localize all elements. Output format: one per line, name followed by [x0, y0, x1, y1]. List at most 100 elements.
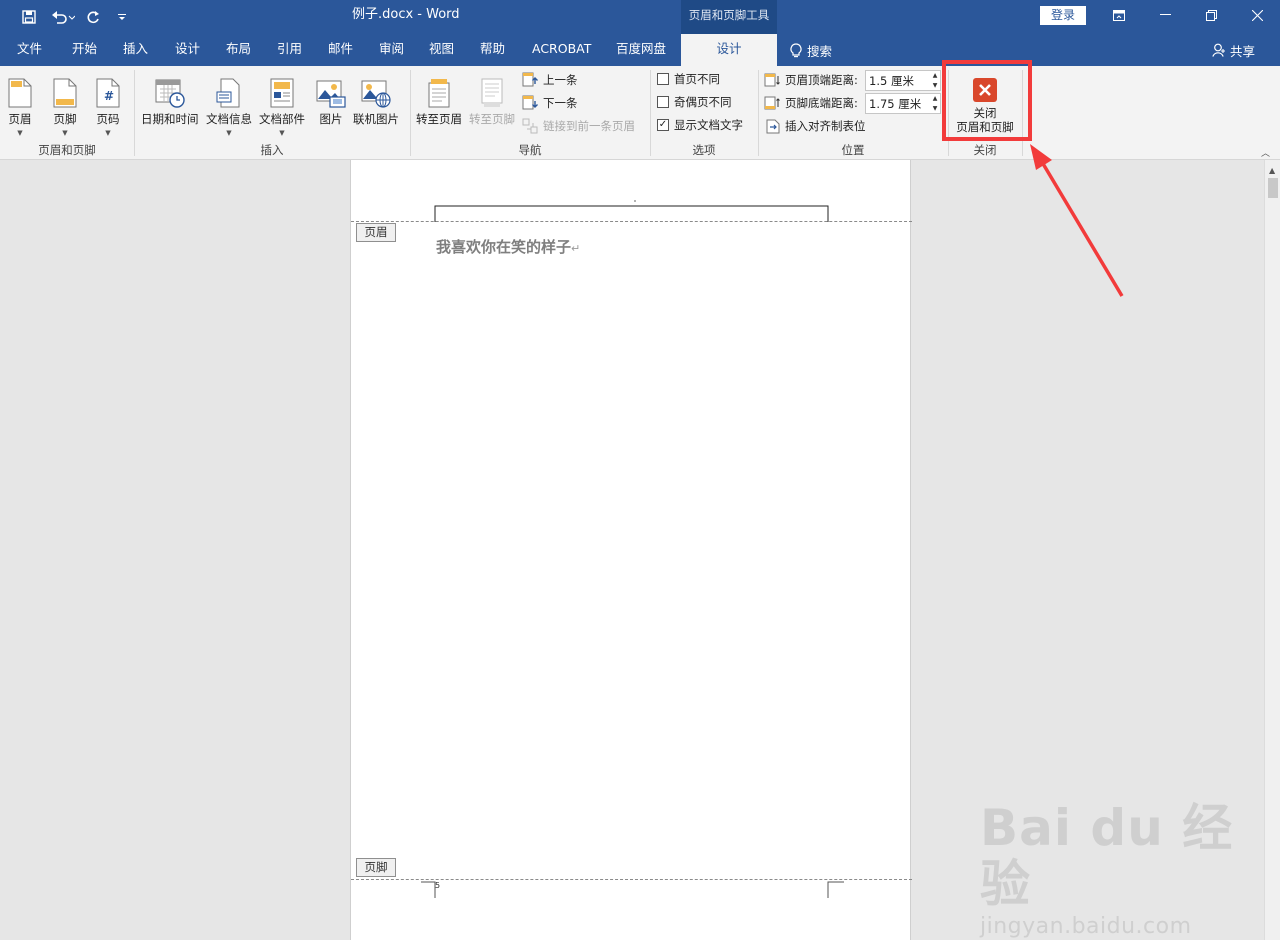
tab-mailings[interactable]: 邮件 [328, 34, 353, 66]
minimize-icon[interactable] [1142, 0, 1188, 30]
page-number-label: 页码 [96, 112, 120, 126]
link-icon [522, 118, 538, 134]
footer-button[interactable]: 页脚 ▼ [53, 72, 77, 137]
redo-icon[interactable] [83, 0, 103, 34]
document-info-icon [216, 78, 240, 108]
footer-tag: 页脚 [356, 858, 396, 877]
save-icon[interactable] [18, 0, 40, 34]
different-first-page-checkbox[interactable]: 首页不同 [657, 69, 720, 89]
spin-down-icon[interactable]: ▼ [933, 104, 938, 113]
online-picture-icon [361, 80, 391, 108]
tab-file[interactable]: 文件 [17, 34, 42, 66]
watermark-logo: Bai du 经验 [980, 799, 1234, 913]
date-time-label: 日期和时间 [141, 112, 199, 126]
tab-header-footer-design[interactable]: 设计 [681, 34, 777, 66]
footer-from-bottom-label-row: 页脚底端距离: [764, 93, 858, 113]
tab-acrobat[interactable]: ACROBAT [532, 34, 591, 66]
dropdown-caret-icon: ▼ [105, 129, 111, 137]
document-title: 例子.docx - Word [352, 7, 460, 22]
document-page[interactable]: 页眉 我喜欢你在笑的样子↵ 页脚 5 [350, 160, 912, 940]
baidu-jingyan-watermark: Bai du 经验 jingyan.baidu.com [980, 800, 1280, 939]
date-time-button[interactable]: 日期和时间 [141, 72, 199, 127]
document-info-button[interactable]: 文档信息 ▼ [206, 72, 252, 137]
collapse-ribbon-icon[interactable]: ︿ [1261, 146, 1270, 159]
header-page-icon [8, 78, 32, 108]
group-label-insert: 插入 [260, 143, 284, 157]
header-label: 页眉 [8, 112, 32, 126]
lightbulb-icon [790, 42, 802, 57]
tab-review[interactable]: 审阅 [379, 34, 404, 66]
group-label-header-footer: 页眉和页脚 [38, 143, 96, 157]
header-button[interactable]: 页眉 ▼ [8, 72, 32, 137]
footer-from-bottom-label: 页脚底端距离: [785, 96, 858, 110]
picture-icon [316, 80, 346, 108]
tab-design[interactable]: 设计 [175, 34, 200, 66]
tab-references[interactable]: 引用 [277, 34, 302, 66]
quick-parts-button[interactable]: 文档部件 ▼ [259, 72, 305, 137]
header-boundary [351, 221, 912, 222]
quick-parts-label: 文档部件 [259, 112, 305, 126]
footer-page-icon [53, 78, 77, 108]
person-icon [1212, 43, 1225, 57]
tab-home[interactable]: 开始 [72, 34, 97, 66]
next-button[interactable]: 下一条 [522, 93, 578, 113]
picture-button[interactable]: 图片 [316, 72, 346, 127]
undo-icon[interactable] [48, 0, 78, 34]
login-button[interactable]: 登录 [1040, 6, 1086, 25]
goto-footer-button[interactable]: 转至页脚 [469, 72, 515, 127]
online-picture-button[interactable]: 联机图片 [353, 72, 399, 127]
title-bar: 例子.docx - Word 页眉和页脚工具 登录 [0, 0, 1280, 34]
customize-qat-icon[interactable] [114, 0, 130, 34]
footer-page-number: 5 [435, 881, 441, 890]
watermark-url: jingyan.baidu.com [980, 914, 1192, 939]
goto-header-icon [428, 79, 450, 108]
close-window-icon[interactable] [1234, 0, 1280, 30]
tab-layout[interactable]: 布局 [226, 34, 251, 66]
goto-footer-icon [481, 78, 503, 107]
goto-header-button[interactable]: 转至页眉 [416, 72, 462, 127]
svg-text:#: # [104, 89, 114, 103]
tell-me-search[interactable]: 搜索 [790, 34, 832, 66]
header-from-top-label: 页眉顶端距离: [785, 73, 858, 87]
tab-help[interactable]: 帮助 [480, 34, 505, 66]
spin-up-icon[interactable]: ▲ [933, 71, 938, 80]
dropdown-caret-icon: ▼ [279, 129, 285, 137]
footer-from-bottom-spinner[interactable]: 1.75 厘米 ▲ ▼ [865, 93, 941, 114]
page-number-button[interactable]: # 页码 ▼ [96, 72, 120, 137]
previous-section-icon [522, 72, 538, 87]
spin-up-icon[interactable]: ▲ [933, 94, 938, 103]
share-button[interactable]: 共享 [1212, 34, 1255, 66]
scroll-thumb[interactable] [1268, 178, 1278, 198]
restore-icon[interactable] [1188, 0, 1234, 30]
link-to-previous-button[interactable]: 链接到前一条页眉 [522, 116, 635, 136]
body-text-content: 我喜欢你在笑的样子 [436, 238, 572, 256]
contextual-tools-label: 页眉和页脚工具 [681, 0, 777, 34]
link-to-previous-label: 链接到前一条页眉 [543, 119, 635, 133]
next-label: 下一条 [543, 96, 578, 110]
different-odd-even-checkbox[interactable]: 奇偶页不同 [657, 92, 732, 112]
tab-view[interactable]: 视图 [429, 34, 454, 66]
header-tag: 页眉 [356, 223, 396, 242]
tab-baidu-netdisk[interactable]: 百度网盘 [616, 34, 666, 66]
body-text: 我喜欢你在笑的样子↵ [436, 236, 580, 257]
ribbon-tab-bar: 文件 开始 插入 设计 布局 引用 邮件 审阅 视图 帮助 ACROBAT 百度… [0, 34, 1280, 66]
calendar-clock-icon [155, 79, 185, 108]
next-section-icon [522, 95, 538, 110]
dropdown-caret-icon: ▼ [17, 129, 23, 137]
page-number-icon: # [96, 78, 120, 108]
tab-insert[interactable]: 插入 [123, 34, 148, 66]
paragraph-mark: ↵ [571, 242, 581, 255]
ribbon-display-options-icon[interactable] [1096, 0, 1142, 30]
previous-button[interactable]: 上一条 [522, 70, 578, 90]
goto-header-label: 转至页眉 [416, 112, 462, 126]
spin-down-icon[interactable]: ▼ [933, 81, 938, 90]
show-document-text-checkbox[interactable]: ✓ 显示文档文字 [657, 115, 743, 135]
group-label-options: 选项 [692, 143, 716, 157]
header-from-top-spinner[interactable]: 1.5 厘米 ▲ ▼ [865, 70, 941, 91]
dropdown-caret-icon: ▼ [62, 129, 68, 137]
insert-alignment-tab-label: 插入对齐制表位 [785, 119, 866, 133]
share-label: 共享 [1230, 43, 1256, 59]
different-first-page-label: 首页不同 [674, 72, 720, 86]
scroll-up-icon[interactable]: ▲ [1269, 166, 1275, 175]
insert-alignment-tab-button[interactable]: 插入对齐制表位 [766, 116, 866, 136]
